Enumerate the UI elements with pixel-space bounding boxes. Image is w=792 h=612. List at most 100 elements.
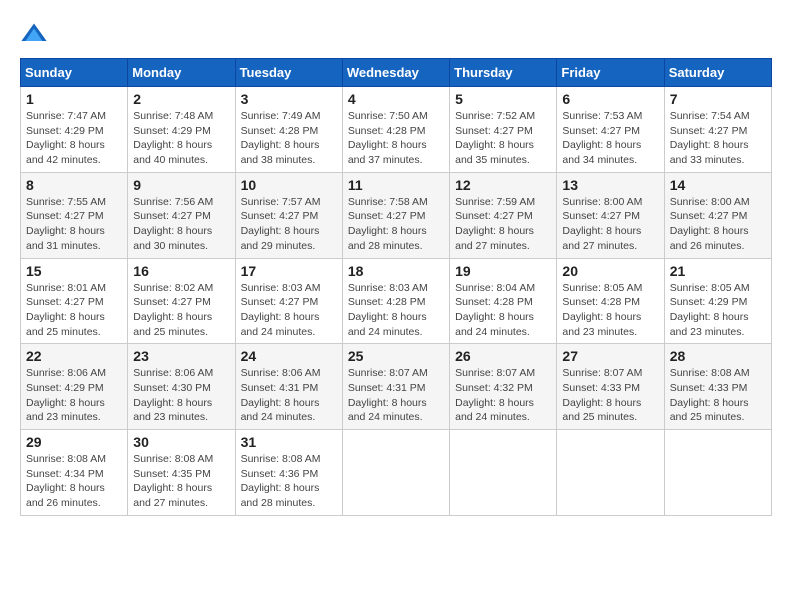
sunset-text: Sunset: 4:34 PM [26, 468, 104, 480]
day-number: 28 [670, 348, 766, 364]
sunrise-text: Sunrise: 8:07 AM [562, 367, 642, 379]
sunset-text: Sunset: 4:33 PM [562, 382, 640, 394]
sunset-text: Sunset: 4:27 PM [562, 210, 640, 222]
sunrise-text: Sunrise: 8:06 AM [241, 367, 321, 379]
daylight-text: Daylight: 8 hours and 38 minutes. [241, 139, 320, 166]
sunset-text: Sunset: 4:28 PM [562, 296, 640, 308]
sunrise-text: Sunrise: 8:07 AM [455, 367, 535, 379]
daylight-text: Daylight: 8 hours and 24 minutes. [241, 311, 320, 338]
sunset-text: Sunset: 4:29 PM [26, 125, 104, 137]
daylight-text: Daylight: 8 hours and 29 minutes. [241, 225, 320, 252]
sunset-text: Sunset: 4:27 PM [133, 210, 211, 222]
day-number: 7 [670, 91, 766, 107]
sunset-text: Sunset: 4:27 PM [26, 210, 104, 222]
day-number: 19 [455, 263, 551, 279]
calendar-week-0: 1 Sunrise: 7:47 AM Sunset: 4:29 PM Dayli… [21, 87, 772, 173]
sunrise-text: Sunrise: 7:57 AM [241, 196, 321, 208]
sunset-text: Sunset: 4:29 PM [133, 125, 211, 137]
weekday-header-wednesday: Wednesday [342, 59, 449, 87]
sunrise-text: Sunrise: 7:53 AM [562, 110, 642, 122]
sunset-text: Sunset: 4:27 PM [241, 210, 319, 222]
day-number: 11 [348, 177, 444, 193]
sunrise-text: Sunrise: 8:07 AM [348, 367, 428, 379]
calendar-table: SundayMondayTuesdayWednesdayThursdayFrid… [20, 58, 772, 516]
calendar-cell: 21 Sunrise: 8:05 AM Sunset: 4:29 PM Dayl… [664, 258, 771, 344]
calendar-week-2: 15 Sunrise: 8:01 AM Sunset: 4:27 PM Dayl… [21, 258, 772, 344]
sunrise-text: Sunrise: 8:08 AM [670, 367, 750, 379]
daylight-text: Daylight: 8 hours and 24 minutes. [455, 397, 534, 424]
calendar-cell: 22 Sunrise: 8:06 AM Sunset: 4:29 PM Dayl… [21, 344, 128, 430]
day-info: Sunrise: 8:07 AM Sunset: 4:31 PM Dayligh… [348, 366, 444, 425]
sunset-text: Sunset: 4:29 PM [670, 296, 748, 308]
sunset-text: Sunset: 4:28 PM [348, 296, 426, 308]
calendar-cell: 18 Sunrise: 8:03 AM Sunset: 4:28 PM Dayl… [342, 258, 449, 344]
calendar-body: 1 Sunrise: 7:47 AM Sunset: 4:29 PM Dayli… [21, 87, 772, 516]
sunset-text: Sunset: 4:27 PM [348, 210, 426, 222]
calendar-cell: 24 Sunrise: 8:06 AM Sunset: 4:31 PM Dayl… [235, 344, 342, 430]
sunset-text: Sunset: 4:31 PM [241, 382, 319, 394]
calendar-week-1: 8 Sunrise: 7:55 AM Sunset: 4:27 PM Dayli… [21, 172, 772, 258]
day-info: Sunrise: 8:08 AM Sunset: 4:34 PM Dayligh… [26, 452, 122, 511]
sunset-text: Sunset: 4:29 PM [26, 382, 104, 394]
day-info: Sunrise: 8:01 AM Sunset: 4:27 PM Dayligh… [26, 281, 122, 340]
sunrise-text: Sunrise: 7:59 AM [455, 196, 535, 208]
daylight-text: Daylight: 8 hours and 31 minutes. [26, 225, 105, 252]
calendar-cell: 10 Sunrise: 7:57 AM Sunset: 4:27 PM Dayl… [235, 172, 342, 258]
day-info: Sunrise: 8:02 AM Sunset: 4:27 PM Dayligh… [133, 281, 229, 340]
logo-icon [20, 20, 48, 48]
day-info: Sunrise: 7:47 AM Sunset: 4:29 PM Dayligh… [26, 109, 122, 168]
calendar-cell [342, 430, 449, 516]
daylight-text: Daylight: 8 hours and 24 minutes. [241, 397, 320, 424]
calendar-cell: 5 Sunrise: 7:52 AM Sunset: 4:27 PM Dayli… [450, 87, 557, 173]
daylight-text: Daylight: 8 hours and 24 minutes. [455, 311, 534, 338]
sunrise-text: Sunrise: 8:01 AM [26, 282, 106, 294]
sunrise-text: Sunrise: 7:54 AM [670, 110, 750, 122]
daylight-text: Daylight: 8 hours and 27 minutes. [133, 482, 212, 509]
day-number: 3 [241, 91, 337, 107]
day-info: Sunrise: 7:53 AM Sunset: 4:27 PM Dayligh… [562, 109, 658, 168]
daylight-text: Daylight: 8 hours and 24 minutes. [348, 397, 427, 424]
sunset-text: Sunset: 4:27 PM [133, 296, 211, 308]
calendar-cell: 7 Sunrise: 7:54 AM Sunset: 4:27 PM Dayli… [664, 87, 771, 173]
weekday-header-friday: Friday [557, 59, 664, 87]
sunrise-text: Sunrise: 7:47 AM [26, 110, 106, 122]
daylight-text: Daylight: 8 hours and 33 minutes. [670, 139, 749, 166]
sunset-text: Sunset: 4:31 PM [348, 382, 426, 394]
calendar-cell [664, 430, 771, 516]
day-number: 13 [562, 177, 658, 193]
day-info: Sunrise: 8:05 AM Sunset: 4:28 PM Dayligh… [562, 281, 658, 340]
calendar-cell: 13 Sunrise: 8:00 AM Sunset: 4:27 PM Dayl… [557, 172, 664, 258]
daylight-text: Daylight: 8 hours and 28 minutes. [348, 225, 427, 252]
day-number: 21 [670, 263, 766, 279]
daylight-text: Daylight: 8 hours and 25 minutes. [562, 397, 641, 424]
day-info: Sunrise: 7:56 AM Sunset: 4:27 PM Dayligh… [133, 195, 229, 254]
sunrise-text: Sunrise: 8:04 AM [455, 282, 535, 294]
daylight-text: Daylight: 8 hours and 23 minutes. [562, 311, 641, 338]
day-info: Sunrise: 8:00 AM Sunset: 4:27 PM Dayligh… [670, 195, 766, 254]
day-info: Sunrise: 7:59 AM Sunset: 4:27 PM Dayligh… [455, 195, 551, 254]
day-info: Sunrise: 8:08 AM Sunset: 4:35 PM Dayligh… [133, 452, 229, 511]
sunrise-text: Sunrise: 8:03 AM [241, 282, 321, 294]
sunrise-text: Sunrise: 8:00 AM [670, 196, 750, 208]
sunrise-text: Sunrise: 8:08 AM [241, 453, 321, 465]
calendar-cell: 8 Sunrise: 7:55 AM Sunset: 4:27 PM Dayli… [21, 172, 128, 258]
day-number: 17 [241, 263, 337, 279]
sunset-text: Sunset: 4:30 PM [133, 382, 211, 394]
day-number: 30 [133, 434, 229, 450]
day-number: 25 [348, 348, 444, 364]
daylight-text: Daylight: 8 hours and 27 minutes. [455, 225, 534, 252]
calendar-cell: 3 Sunrise: 7:49 AM Sunset: 4:28 PM Dayli… [235, 87, 342, 173]
daylight-text: Daylight: 8 hours and 27 minutes. [562, 225, 641, 252]
day-number: 8 [26, 177, 122, 193]
day-info: Sunrise: 7:57 AM Sunset: 4:27 PM Dayligh… [241, 195, 337, 254]
daylight-text: Daylight: 8 hours and 23 minutes. [133, 397, 212, 424]
day-info: Sunrise: 8:03 AM Sunset: 4:27 PM Dayligh… [241, 281, 337, 340]
day-number: 27 [562, 348, 658, 364]
calendar-header-row: SundayMondayTuesdayWednesdayThursdayFrid… [21, 59, 772, 87]
sunrise-text: Sunrise: 7:48 AM [133, 110, 213, 122]
day-number: 22 [26, 348, 122, 364]
day-info: Sunrise: 7:54 AM Sunset: 4:27 PM Dayligh… [670, 109, 766, 168]
day-number: 24 [241, 348, 337, 364]
sunrise-text: Sunrise: 7:49 AM [241, 110, 321, 122]
calendar-cell: 6 Sunrise: 7:53 AM Sunset: 4:27 PM Dayli… [557, 87, 664, 173]
